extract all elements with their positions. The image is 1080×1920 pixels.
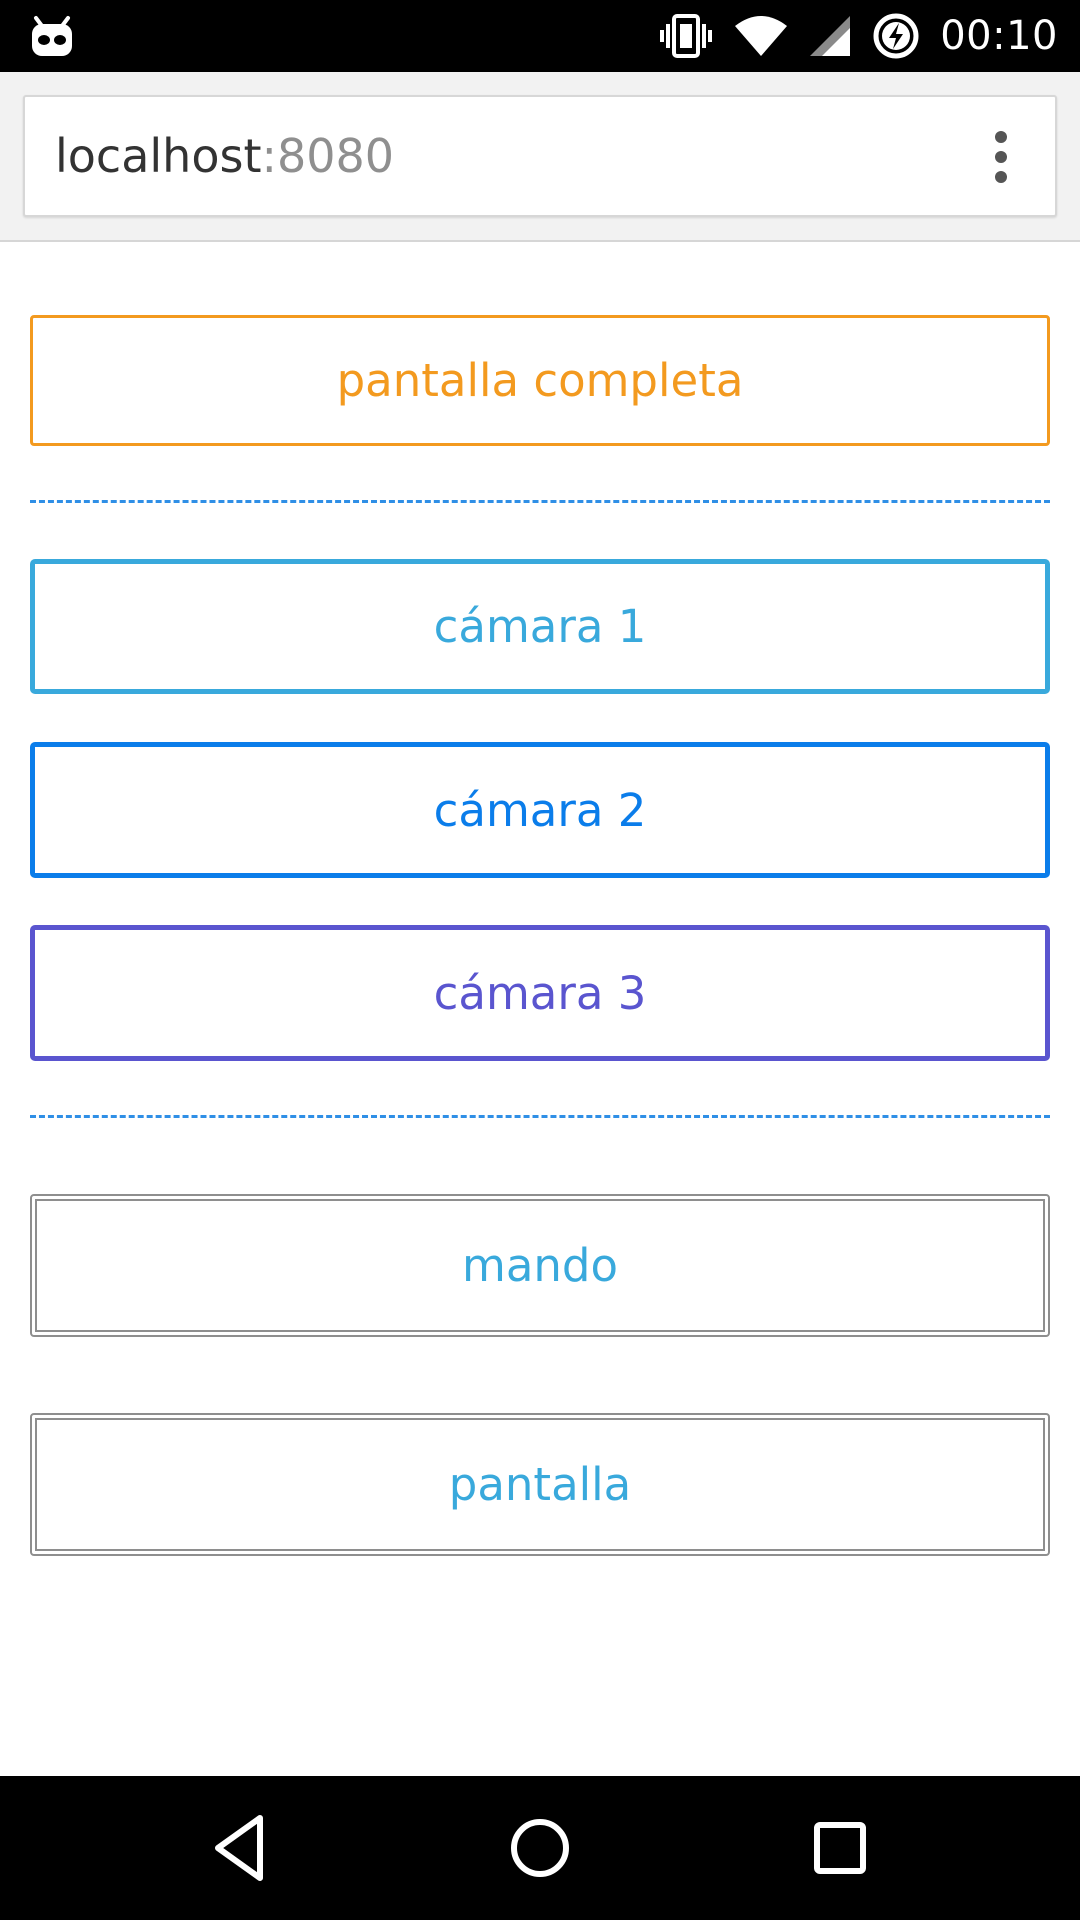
fullscreen-button[interactable]: pantalla completa: [30, 315, 1050, 446]
battery-charging-icon: [873, 13, 919, 59]
status-icons: 00:10: [658, 0, 1058, 72]
navigation-bar: [0, 1776, 1080, 1920]
camera-2-button[interactable]: cámara 2: [30, 742, 1050, 878]
pantalla-button[interactable]: pantalla: [30, 1413, 1050, 1556]
back-icon[interactable]: [200, 1808, 280, 1888]
camera-3-button[interactable]: cámara 3: [30, 925, 1050, 1061]
url-port: :8080: [261, 129, 395, 183]
status-time: 00:10: [940, 13, 1058, 59]
cyanogen-android-icon: [32, 16, 72, 56]
url-bar[interactable]: localhost:8080: [23, 95, 1057, 217]
camera-1-button[interactable]: cámara 1: [30, 559, 1050, 694]
mando-button[interactable]: mando: [30, 1194, 1050, 1337]
divider: [30, 1115, 1050, 1118]
url-host: localhost: [55, 129, 262, 183]
page-content: pantalla completa cámara 1 cámara 2 cáma…: [0, 244, 1080, 1776]
overflow-menu-icon[interactable]: [973, 127, 1029, 187]
browser-toolbar: localhost:8080: [0, 72, 1080, 242]
vibrate-icon: [660, 14, 713, 58]
home-icon[interactable]: [500, 1808, 580, 1888]
wifi-icon: [735, 16, 788, 56]
url-text: localhost:8080: [55, 97, 394, 215]
divider: [30, 500, 1050, 503]
recents-icon[interactable]: [800, 1808, 880, 1888]
signal-icon: [810, 16, 851, 56]
status-bar: 00:10: [0, 0, 1080, 72]
